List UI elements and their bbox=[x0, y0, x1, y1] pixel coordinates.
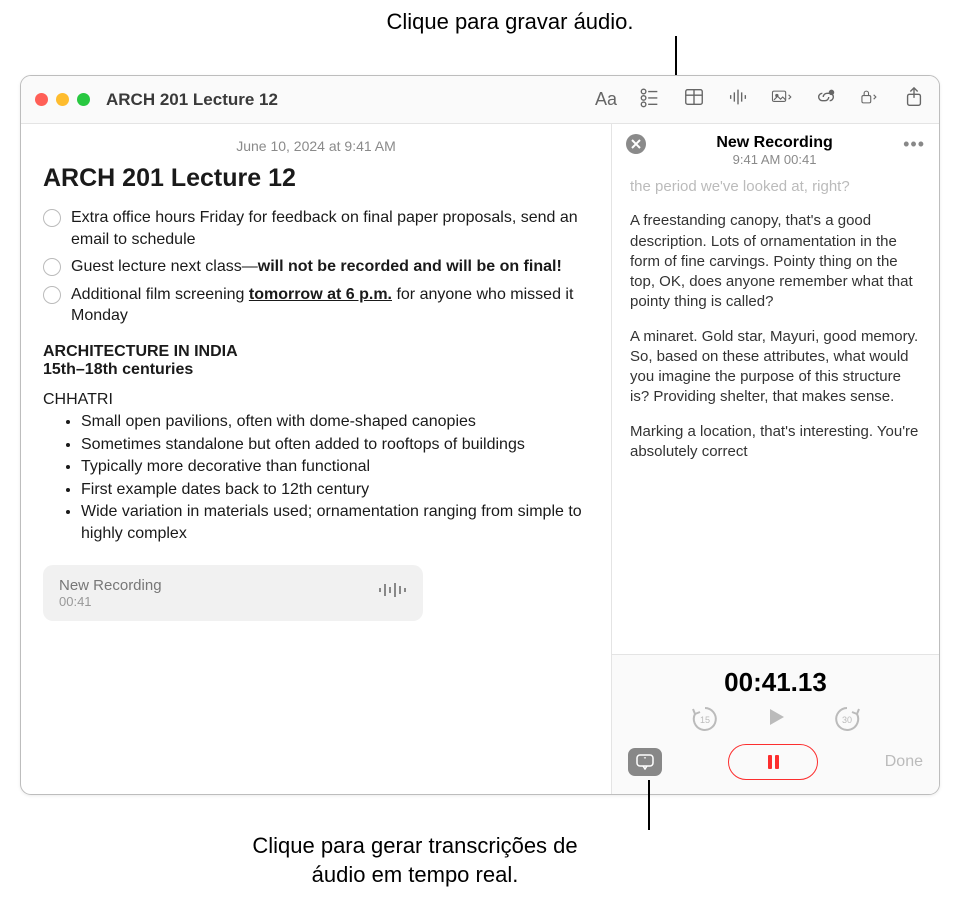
recording-card-duration: 00:41 bbox=[59, 594, 162, 609]
note-body[interactable]: June 10, 2024 at 9:41 AM ARCH 201 Lectur… bbox=[21, 124, 611, 794]
playback-controls: 00:41.13 15 30 ” bbox=[612, 654, 939, 794]
checklist-text: Additional film screening tomorrow at 6 … bbox=[71, 284, 589, 327]
format-text-icon[interactable]: Aa bbox=[595, 89, 617, 110]
skip-forward-30-button[interactable]: 30 bbox=[832, 704, 862, 734]
callout-transcription: Clique para gerar transcrições de áudio … bbox=[230, 832, 600, 889]
media-icon[interactable] bbox=[771, 86, 793, 113]
toolbar-icons: Aa + bbox=[595, 86, 925, 113]
list-item: Typically more decorative than functiona… bbox=[81, 456, 589, 478]
skip-back-15-button[interactable]: 15 bbox=[690, 704, 720, 734]
transcript-paragraph: A minaret. Gold star, Mayuri, good memor… bbox=[630, 327, 921, 408]
recording-sidebar: New Recording 9:41 AM 00:41 ••• the peri… bbox=[611, 124, 939, 794]
lock-icon[interactable] bbox=[859, 86, 881, 113]
checklist-item[interactable]: Extra office hours Friday for feedback o… bbox=[43, 207, 589, 250]
checklist-text: Guest lecture next class—will not be rec… bbox=[71, 256, 562, 278]
transcript-paragraph: A freestanding canopy, that's a good des… bbox=[630, 211, 921, 312]
zoom-window-button[interactable] bbox=[77, 93, 90, 106]
checklist-icon[interactable] bbox=[639, 86, 661, 113]
minimize-window-button[interactable] bbox=[56, 93, 69, 106]
checklist: Extra office hours Friday for feedback o… bbox=[43, 207, 589, 327]
close-sidebar-button[interactable] bbox=[626, 134, 646, 154]
link-icon[interactable]: + bbox=[815, 86, 837, 113]
checkbox-icon[interactable] bbox=[43, 209, 61, 227]
pause-icon bbox=[768, 755, 779, 769]
elapsed-time: 00:41.13 bbox=[628, 667, 923, 698]
transcript-text[interactable]: the period we've looked at, right? A fre… bbox=[612, 173, 939, 654]
svg-text:15: 15 bbox=[699, 715, 709, 725]
svg-text:”: ” bbox=[644, 756, 647, 765]
sub-heading: CHHATRI bbox=[43, 391, 589, 409]
window-controls bbox=[35, 93, 90, 106]
more-options-button[interactable]: ••• bbox=[903, 134, 925, 155]
note-timestamp: June 10, 2024 at 9:41 AM bbox=[43, 138, 589, 154]
list-item: Small open pavilions, often with dome-sh… bbox=[81, 411, 589, 433]
checklist-item[interactable]: Guest lecture next class—will not be rec… bbox=[43, 256, 589, 278]
note-heading: ARCH 201 Lecture 12 bbox=[43, 164, 589, 193]
window-title: ARCH 201 Lecture 12 bbox=[106, 90, 278, 110]
checklist-item[interactable]: Additional film screening tomorrow at 6 … bbox=[43, 284, 589, 327]
sidebar-title: New Recording bbox=[646, 134, 903, 152]
record-audio-icon[interactable] bbox=[727, 86, 749, 113]
table-icon[interactable] bbox=[683, 86, 705, 113]
share-icon[interactable] bbox=[903, 86, 925, 113]
list-item: Sometimes standalone but often added to … bbox=[81, 434, 589, 456]
bullet-list: Small open pavilions, often with dome-sh… bbox=[43, 411, 589, 545]
list-item: Wide variation in materials used; orname… bbox=[81, 501, 589, 544]
done-button[interactable]: Done bbox=[885, 753, 923, 771]
transcript-line-faded: the period we've looked at, right? bbox=[630, 177, 921, 197]
transcription-button[interactable]: ” bbox=[628, 748, 662, 776]
play-button[interactable] bbox=[764, 705, 788, 734]
svg-text:30: 30 bbox=[841, 715, 851, 725]
recording-card-title: New Recording bbox=[59, 577, 162, 594]
callout-record-audio: Clique para gravar áudio. bbox=[340, 8, 680, 37]
checkbox-icon[interactable] bbox=[43, 286, 61, 304]
checklist-text: Extra office hours Friday for feedback o… bbox=[71, 207, 589, 250]
app-window: ARCH 201 Lecture 12 Aa + bbox=[20, 75, 940, 795]
waveform-icon bbox=[377, 578, 407, 607]
list-item: First example dates back to 12th century bbox=[81, 479, 589, 501]
callout-line bbox=[648, 780, 650, 830]
section-title: ARCHITECTURE IN INDIA bbox=[43, 343, 589, 361]
pause-recording-button[interactable] bbox=[728, 744, 818, 780]
svg-text:+: + bbox=[830, 90, 833, 95]
sidebar-time: 9:41 AM 00:41 bbox=[646, 152, 903, 167]
close-window-button[interactable] bbox=[35, 93, 48, 106]
section-subtitle: 15th–18th centuries bbox=[43, 361, 589, 379]
checkbox-icon[interactable] bbox=[43, 258, 61, 276]
recording-card[interactable]: New Recording 00:41 bbox=[43, 565, 423, 621]
titlebar: ARCH 201 Lecture 12 Aa + bbox=[21, 76, 939, 124]
transcript-paragraph: Marking a location, that's interesting. … bbox=[630, 422, 921, 463]
